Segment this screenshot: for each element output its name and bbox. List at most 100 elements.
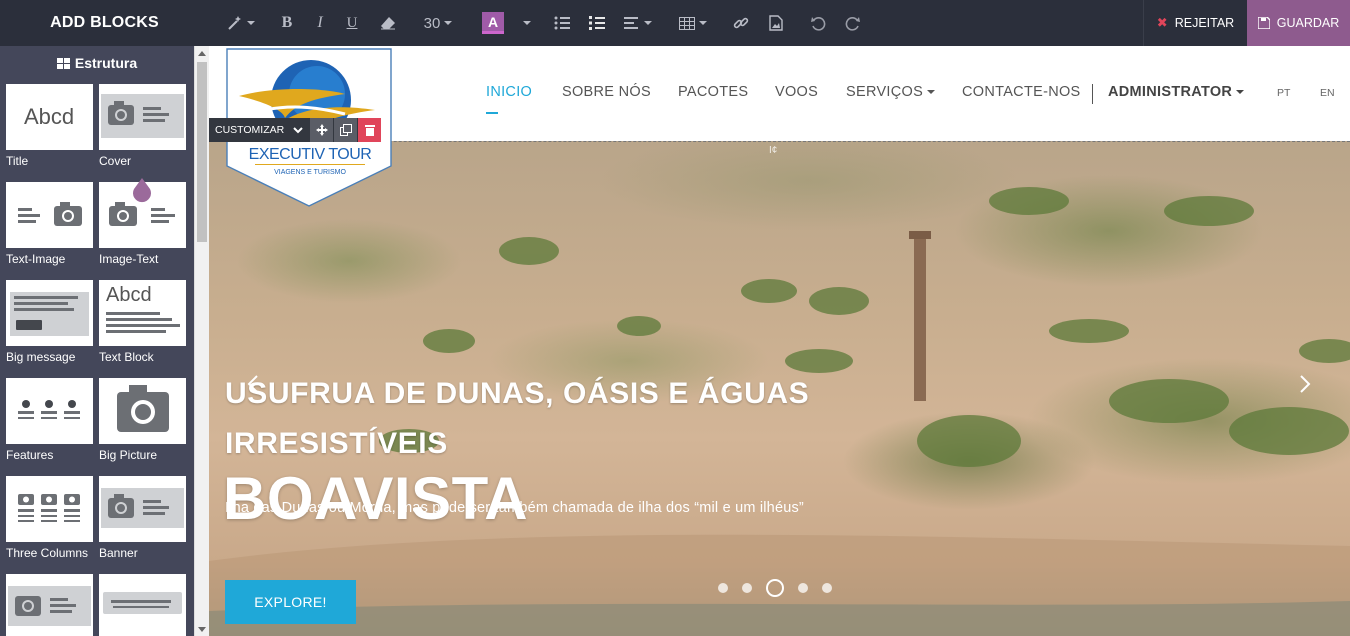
block-big-picture[interactable]: Big Picture <box>99 378 186 462</box>
block-label: Text-Image <box>6 252 66 266</box>
block-thumbnail <box>6 574 93 636</box>
block-features[interactable]: Features <box>6 378 93 462</box>
block-thumbnail <box>6 280 93 346</box>
image-icon[interactable] <box>765 0 787 46</box>
carousel-dot-2[interactable] <box>742 583 752 593</box>
block-partial-1[interactable] <box>6 574 93 636</box>
carousel-prev-icon[interactable] <box>247 374 259 394</box>
align-icon[interactable] <box>622 0 654 46</box>
block-label: Three Columns <box>6 546 89 560</box>
numbered-list-icon[interactable] <box>585 0 609 46</box>
save-label: GUARDAR <box>1276 16 1340 30</box>
hero-title[interactable]: BOAVISTA <box>223 464 528 533</box>
site-canvas: INICIO SOBRE NÓS PACOTES VOOS SERVIÇOS C… <box>209 46 1350 636</box>
nav-voos[interactable]: VOOS <box>775 84 818 100</box>
delete-button[interactable] <box>357 118 381 142</box>
block-thumbnail: Abcd <box>99 280 186 346</box>
nav-divider <box>1092 84 1093 104</box>
text-lines-thumb <box>106 312 180 333</box>
lang-en[interactable]: EN <box>1320 87 1335 99</box>
chevron-down-icon <box>927 90 936 95</box>
drop-icon <box>133 178 151 203</box>
block-thumbnail <box>99 574 186 636</box>
big-message-thumb <box>10 292 89 336</box>
hero-heading-line1: USUFRUA DE DUNAS, OÁSIS E ÁGUAS <box>225 377 810 410</box>
trash-icon <box>364 125 375 136</box>
redo-icon[interactable] <box>841 0 863 46</box>
scroll-up-icon[interactable] <box>198 51 206 56</box>
carousel-dot-1[interactable] <box>718 583 728 593</box>
scroll-down-icon[interactable] <box>198 627 206 632</box>
explore-button[interactable]: EXPLORE! <box>225 580 356 624</box>
copy-icon <box>339 124 352 136</box>
save-button[interactable]: GUARDAR <box>1247 0 1350 46</box>
logo-name: EXECUTIV TOUR <box>248 146 372 163</box>
table-icon[interactable] <box>676 0 710 46</box>
block-title[interactable]: Abcd Title <box>6 84 93 168</box>
bold-icon[interactable]: B <box>275 0 299 46</box>
font-color-dropdown[interactable] <box>515 0 535 46</box>
hero-heading[interactable]: USUFRUA DE DUNAS, OÁSIS E ÁGUAS IRRESIST… <box>225 369 865 469</box>
move-icon <box>315 124 328 136</box>
carousel-dot-5[interactable] <box>822 583 832 593</box>
add-blocks-title: ADD BLOCKS <box>50 14 159 31</box>
customize-dropdown[interactable]: CUSTOMIZAR <box>209 118 309 142</box>
nav-servicos-label: SERVIÇOS <box>846 84 924 100</box>
hero-subtitle[interactable]: Ilha das Dunas ou Morna, mas pode ser ta… <box>225 500 804 516</box>
italic-icon[interactable]: I <box>308 0 332 46</box>
block-three-columns[interactable]: Three Columns <box>6 476 93 560</box>
link-icon[interactable] <box>730 0 752 46</box>
logo-underline <box>255 164 365 165</box>
scroll-thumb[interactable] <box>197 62 207 242</box>
block-text-block[interactable]: Abcd Text Block <box>99 280 186 364</box>
block-thumbnail: Abcd <box>6 84 93 150</box>
move-button[interactable] <box>309 118 333 142</box>
floppy-icon <box>1257 17 1270 29</box>
block-big-message[interactable]: Big message <box>6 280 93 364</box>
bullet-list-icon[interactable] <box>550 0 574 46</box>
camera-icon <box>117 385 169 432</box>
nav-inicio[interactable]: INICIO <box>486 84 532 100</box>
block-banner[interactable]: Banner <box>99 476 186 560</box>
block-thumbnail <box>99 378 186 444</box>
grid-icon <box>56 57 70 69</box>
carousel-dot-4[interactable] <box>798 583 808 593</box>
camera-icon <box>101 94 184 138</box>
underline-icon[interactable]: U <box>340 0 364 46</box>
nav-pacotes[interactable]: PACOTES <box>678 84 748 100</box>
lang-pt[interactable]: PT <box>1277 87 1290 99</box>
font-size-select[interactable]: 30 <box>418 0 458 46</box>
chevron-down-icon <box>1236 90 1245 95</box>
nav-sobre-nos[interactable]: SOBRE NÓS <box>562 84 651 100</box>
block-label: Big message <box>6 350 76 364</box>
close-icon: ✖ <box>1156 15 1168 30</box>
block-label: Banner <box>99 546 138 560</box>
hero-carousel: I¢ USUFRUA DE DUNAS, OÁSIS E ÁGUAS IRRES… <box>209 141 1350 636</box>
block-thumbnail <box>99 476 186 542</box>
reject-button[interactable]: ✖ REJEITAR <box>1143 0 1247 46</box>
block-label: Text Block <box>99 350 154 364</box>
sidebar-scrollbar[interactable] <box>194 46 209 636</box>
block-partial-2[interactable] <box>99 574 186 636</box>
nav-contacte-nos[interactable]: CONTACTE-NOS <box>962 84 1081 100</box>
magic-wand-icon[interactable] <box>226 0 256 46</box>
duplicate-button[interactable] <box>333 118 357 142</box>
text-thumb <box>103 592 182 614</box>
block-cover[interactable]: Cover <box>99 84 186 168</box>
carousel-indicators <box>718 579 832 597</box>
font-color-icon[interactable]: A <box>480 0 506 46</box>
block-label: Title <box>6 154 29 168</box>
blocks-sidebar: Estrutura Abcd Title Cover Text-Image Im… <box>0 46 209 636</box>
features-thumb <box>18 400 80 419</box>
block-text-image[interactable]: Text-Image <box>6 182 93 266</box>
text-image-thumb <box>18 202 82 226</box>
customize-toolbar: CUSTOMIZAR <box>209 118 382 142</box>
image-text-thumb <box>8 586 91 626</box>
eraser-icon[interactable] <box>374 0 402 46</box>
undo-icon[interactable] <box>807 0 829 46</box>
carousel-dot-3[interactable] <box>766 579 784 597</box>
block-label: Cover <box>99 154 132 168</box>
nav-administrator[interactable]: ADMINISTRATOR <box>1108 84 1245 100</box>
carousel-next-icon[interactable] <box>1299 374 1311 394</box>
nav-servicos[interactable]: SERVIÇOS <box>846 84 936 100</box>
